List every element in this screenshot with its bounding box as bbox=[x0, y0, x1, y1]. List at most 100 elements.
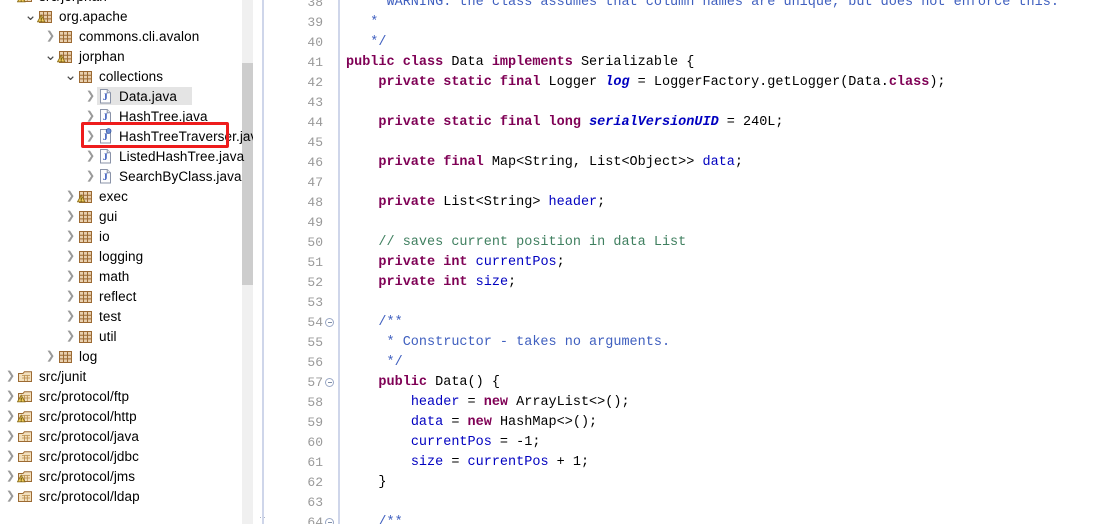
tree-item-src-protocol-http[interactable]: ❯ src/protocol/http bbox=[0, 406, 253, 426]
code-text[interactable]: public Data() { bbox=[340, 373, 1116, 393]
code-text[interactable]: size = currentPos + 1; bbox=[340, 453, 1116, 473]
code-text[interactable]: private int size; bbox=[340, 273, 1116, 293]
project-tree[interactable]: ⌄src/jorphan⌄org.apache❯commons.cli.aval… bbox=[0, 0, 253, 506]
code-lines-container[interactable]: 38 * WARNING: the class assumes that col… bbox=[282, 0, 1116, 524]
package-explorer-panel[interactable]: ⌄src/jorphan⌄org.apache❯commons.cli.aval… bbox=[0, 0, 253, 524]
chevron-right-icon[interactable]: ❯ bbox=[64, 226, 77, 246]
code-text[interactable]: private List<String> header; bbox=[340, 193, 1116, 213]
code-text[interactable]: * Constructor - takes no arguments. bbox=[340, 333, 1116, 353]
chevron-down-icon[interactable]: ⌄ bbox=[4, 0, 17, 3]
tree-item-src-protocol-ldap[interactable]: ❯ src/protocol/ldap bbox=[0, 486, 253, 506]
code-line[interactable]: 59 data = new HashMap<>(); bbox=[282, 413, 1116, 433]
tree-item-src-protocol-ftp[interactable]: ❯ src/protocol/ftp bbox=[0, 386, 253, 406]
chevron-right-icon[interactable]: ❯ bbox=[4, 366, 17, 386]
code-line[interactable]: 42 private static final Logger log = Log… bbox=[282, 73, 1116, 93]
chevron-right-icon[interactable]: ❯ bbox=[84, 126, 97, 146]
code-text[interactable] bbox=[340, 173, 1116, 193]
tree-item-searchbyclass-java[interactable]: ❯ J SearchByClass.java bbox=[0, 166, 253, 186]
code-line[interactable]: 46 private final Map<String, List<Object… bbox=[282, 153, 1116, 173]
tree-item-org-apache[interactable]: ⌄ org.apache bbox=[0, 6, 253, 26]
code-text[interactable]: public class Data implements Serializabl… bbox=[340, 53, 1116, 73]
chevron-right-icon[interactable]: ❯ bbox=[64, 306, 77, 326]
code-text[interactable]: header = new ArrayList<>(); bbox=[340, 393, 1116, 413]
tree-item-test[interactable]: ❯ test bbox=[0, 306, 253, 326]
code-line[interactable]: 41 public class Data implements Serializa… bbox=[282, 53, 1116, 73]
code-line[interactable]: 38 * WARNING: the class assumes that col… bbox=[282, 0, 1116, 13]
tree-item-commons-cli-avalon[interactable]: ❯ commons.cli.avalon bbox=[0, 26, 253, 46]
tree-item-math[interactable]: ❯ math bbox=[0, 266, 253, 286]
code-text[interactable]: private static final Logger log = Logger… bbox=[340, 73, 1116, 93]
code-line[interactable]: 52 private int size; bbox=[282, 273, 1116, 293]
tree-item-data-java[interactable]: ❯ J Data.java bbox=[0, 86, 253, 106]
tree-item-log[interactable]: ❯ log bbox=[0, 346, 253, 366]
code-line[interactable]: 47 bbox=[282, 173, 1116, 193]
code-line[interactable]: 40 */ bbox=[282, 33, 1116, 53]
chevron-right-icon[interactable]: ❯ bbox=[64, 186, 77, 206]
code-text[interactable]: private static final long serialVersionU… bbox=[340, 113, 1116, 133]
java-source-editor[interactable]: 38 * WARNING: the class assumes that col… bbox=[282, 0, 1116, 524]
chevron-right-icon[interactable]: ❯ bbox=[84, 146, 97, 166]
chevron-right-icon[interactable]: ❯ bbox=[4, 426, 17, 446]
code-text[interactable] bbox=[340, 293, 1116, 313]
code-text[interactable]: * bbox=[340, 13, 1116, 33]
code-line[interactable]: 51 private int currentPos; bbox=[282, 253, 1116, 273]
tree-item-src-protocol-java[interactable]: ❯ src/protocol/java bbox=[0, 426, 253, 446]
tree-item-util[interactable]: ❯ util bbox=[0, 326, 253, 346]
tree-item-logging[interactable]: ❯ logging bbox=[0, 246, 253, 266]
fold-collapse-icon[interactable] bbox=[324, 373, 338, 393]
code-line[interactable]: 55 * Constructor - takes no arguments. bbox=[282, 333, 1116, 353]
chevron-right-icon[interactable]: ❯ bbox=[84, 106, 97, 126]
chevron-right-icon[interactable]: ❯ bbox=[64, 266, 77, 286]
code-text[interactable]: * WARNING: the class assumes that column… bbox=[340, 0, 1116, 13]
code-line[interactable]: 43 bbox=[282, 93, 1116, 113]
code-text[interactable]: private int currentPos; bbox=[340, 253, 1116, 273]
code-line[interactable]: 63 bbox=[282, 493, 1116, 513]
tree-item-src-protocol-jdbc[interactable]: ❯ src/protocol/jdbc bbox=[0, 446, 253, 466]
code-text[interactable]: private final Map<String, List<Object>> … bbox=[340, 153, 1116, 173]
code-text[interactable]: /** bbox=[340, 513, 1116, 524]
chevron-down-icon[interactable]: ⌄ bbox=[64, 68, 77, 83]
code-line[interactable]: 57 public Data() { bbox=[282, 373, 1116, 393]
tree-item-gui[interactable]: ❯ gui bbox=[0, 206, 253, 226]
fold-collapse-icon[interactable] bbox=[324, 313, 338, 333]
chevron-right-icon[interactable]: ❯ bbox=[4, 466, 17, 486]
tree-item-hashtreetraverser-java[interactable]: ❯ J HashTreeTraverser.java bbox=[0, 126, 253, 146]
code-line[interactable]: 39 * bbox=[282, 13, 1116, 33]
code-text[interactable] bbox=[340, 93, 1116, 113]
code-line[interactable]: 64 /** bbox=[282, 513, 1116, 524]
code-text[interactable] bbox=[340, 133, 1116, 153]
code-line[interactable]: 56 */ bbox=[282, 353, 1116, 373]
code-text[interactable]: */ bbox=[340, 353, 1116, 373]
chevron-right-icon[interactable]: ❯ bbox=[64, 206, 77, 226]
code-line[interactable]: 61 size = currentPos + 1; bbox=[282, 453, 1116, 473]
tree-item-reflect[interactable]: ❯ reflect bbox=[0, 286, 253, 306]
code-line[interactable]: 49 bbox=[282, 213, 1116, 233]
code-line[interactable]: 48 private List<String> header; bbox=[282, 193, 1116, 213]
chevron-right-icon[interactable]: ❯ bbox=[64, 326, 77, 346]
code-text[interactable] bbox=[340, 493, 1116, 513]
chevron-down-icon[interactable]: ⌄ bbox=[24, 8, 37, 23]
chevron-right-icon[interactable]: ❯ bbox=[4, 446, 17, 466]
code-line[interactable]: 44 private static final long serialVersi… bbox=[282, 113, 1116, 133]
tree-item-jorphan[interactable]: ⌄ jorphan bbox=[0, 46, 253, 66]
chevron-right-icon[interactable]: ❯ bbox=[64, 286, 77, 306]
tree-item-io[interactable]: ❯ io bbox=[0, 226, 253, 246]
chevron-right-icon[interactable]: ❯ bbox=[84, 166, 97, 186]
chevron-right-icon[interactable]: ❯ bbox=[44, 346, 57, 366]
code-text[interactable] bbox=[340, 213, 1116, 233]
tree-item-collections[interactable]: ⌄ collections bbox=[0, 66, 253, 86]
chevron-right-icon[interactable]: ❯ bbox=[4, 486, 17, 506]
code-line[interactable]: 54 /** bbox=[282, 313, 1116, 333]
fold-collapse-icon[interactable] bbox=[324, 513, 338, 524]
chevron-right-icon[interactable]: ❯ bbox=[4, 406, 17, 426]
code-text[interactable]: currentPos = -1; bbox=[340, 433, 1116, 453]
tree-item-exec[interactable]: ❯ exec bbox=[0, 186, 253, 206]
tree-item-listedhashtree-java[interactable]: ❯ J ListedHashTree.java bbox=[0, 146, 253, 166]
code-text[interactable]: } bbox=[340, 473, 1116, 493]
code-line[interactable]: 60 currentPos = -1; bbox=[282, 433, 1116, 453]
chevron-down-icon[interactable]: ⌄ bbox=[44, 48, 57, 63]
code-line[interactable]: 53 bbox=[282, 293, 1116, 313]
code-line[interactable]: 58 header = new ArrayList<>(); bbox=[282, 393, 1116, 413]
code-text[interactable]: */ bbox=[340, 33, 1116, 53]
code-line[interactable]: 62 } bbox=[282, 473, 1116, 493]
